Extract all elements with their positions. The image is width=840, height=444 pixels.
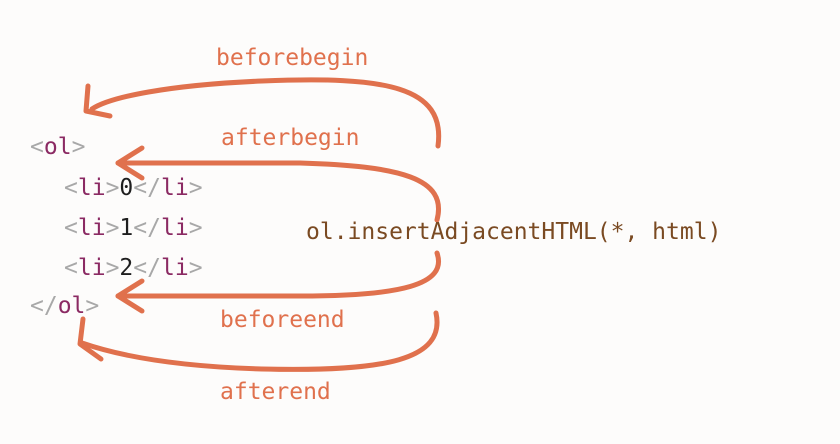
beforeend-label: beforeend (220, 307, 345, 333)
open-bracket: </ (30, 293, 58, 319)
tag-name: li (160, 215, 189, 241)
close-bracket: > (188, 175, 203, 201)
li-line-2: <li>2</li> (64, 254, 203, 282)
diagram-canvas: beforebegin afterbegin beforeend afteren… (0, 0, 840, 444)
close-bracket: > (105, 215, 120, 241)
close-bracket: > (71, 134, 86, 160)
close-bracket: > (105, 255, 120, 281)
li-line-1: <li>1</li> (64, 214, 203, 242)
tag-name: li (77, 175, 106, 201)
close-bracket: > (188, 215, 203, 241)
afterend-label: afterend (220, 379, 331, 405)
beforebegin-label: beforebegin (216, 45, 369, 71)
close-bracket: > (188, 255, 203, 281)
li-value: 0 (119, 175, 134, 201)
open-bracket: </ (133, 175, 161, 201)
tag-name: li (77, 215, 106, 241)
method-call: ol.insertAdjacentHTML(*, html) (306, 219, 722, 245)
tag-name: li (77, 255, 106, 281)
open-bracket: < (64, 175, 78, 201)
ol-close-tag: </ol> (30, 292, 99, 320)
li-value: 2 (119, 255, 134, 281)
tag-name: li (160, 175, 189, 201)
afterbegin-label: afterbegin (221, 125, 360, 151)
close-bracket: > (105, 175, 120, 201)
close-bracket: > (85, 293, 100, 319)
tag-name: ol (43, 134, 72, 160)
tag-name: ol (57, 293, 86, 319)
open-bracket: </ (133, 255, 161, 281)
open-bracket: </ (133, 215, 161, 241)
open-bracket: < (64, 215, 78, 241)
afterend-arrowhead (77, 316, 104, 362)
li-line-0: <li>0</li> (64, 174, 203, 202)
tag-name: li (160, 255, 189, 281)
li-value: 1 (119, 215, 134, 241)
open-bracket: < (30, 134, 44, 160)
open-bracket: < (64, 255, 78, 281)
ol-open-tag: <ol> (30, 133, 85, 161)
